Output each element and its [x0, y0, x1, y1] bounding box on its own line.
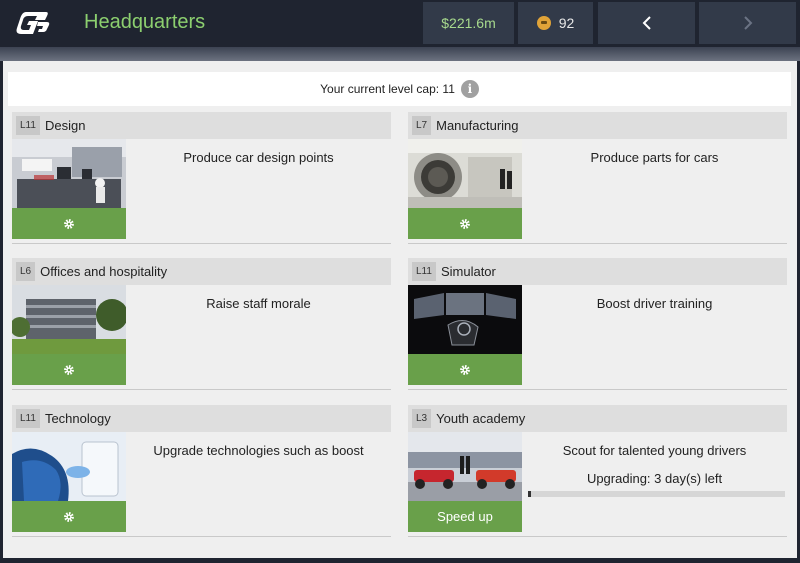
facility-level-badge: L7	[412, 116, 432, 135]
youth-academy-facility-image	[408, 432, 522, 501]
facility-settings-button[interactable]	[408, 354, 522, 385]
facility-header: L3 Youth academy	[408, 405, 787, 432]
facility-name: Offices and hospitality	[40, 264, 168, 279]
facility-name: Youth academy	[436, 411, 526, 426]
divider	[12, 536, 391, 537]
divider	[12, 243, 391, 244]
back-button[interactable]	[598, 2, 695, 44]
facility-name: Simulator	[440, 264, 496, 279]
page-title: Headquarters	[84, 11, 206, 33]
money-balance-button[interactable]: $221.6m	[423, 2, 514, 44]
facility-header: L7 Manufacturing	[408, 112, 787, 139]
facility-card-youth-academy: L3 Youth academy Speed up Scout for tale…	[408, 405, 787, 537]
facility-settings-button[interactable]	[12, 501, 126, 532]
gear-icon	[460, 364, 470, 375]
facility-description: Raise staff morale	[206, 296, 311, 311]
facility-settings-button[interactable]	[408, 208, 522, 239]
upgrade-progress-fill	[528, 491, 531, 497]
facility-header: L11 Technology	[12, 405, 391, 432]
divider	[408, 536, 787, 537]
forward-button[interactable]	[699, 2, 796, 44]
facility-description: Produce parts for cars	[590, 150, 719, 165]
token-count: 92	[558, 15, 575, 31]
facility-name: Technology	[44, 411, 111, 426]
simulator-facility-image	[408, 285, 522, 354]
divider	[408, 243, 787, 244]
gear-icon	[64, 511, 74, 522]
design-facility-image	[12, 139, 126, 208]
money-balance: $221.6m	[441, 15, 496, 31]
speed-up-label: Speed up	[437, 509, 493, 524]
gear-icon	[64, 364, 74, 375]
facility-card-design: L11 Design Produce car design points	[12, 112, 391, 244]
speed-up-button[interactable]: Speed up	[408, 501, 522, 532]
facility-level-badge: L11	[16, 409, 40, 428]
token-icon	[536, 16, 551, 30]
facility-description: Scout for talented young drivers	[562, 443, 747, 458]
divider	[12, 389, 391, 390]
technology-facility-image	[12, 432, 126, 501]
facility-description: Upgrade technologies such as boost	[153, 443, 364, 458]
top-bar: Headquarters $221.6m 92	[0, 0, 800, 47]
facility-card-offices: L6 Offices and hospitality Raise staff m…	[12, 258, 391, 390]
facility-level-badge: L6	[16, 262, 36, 281]
facility-settings-button[interactable]	[12, 208, 126, 239]
facility-settings-button[interactable]	[12, 354, 126, 385]
divider	[408, 389, 787, 390]
facility-header: L6 Offices and hospitality	[12, 258, 391, 285]
facility-description: Boost driver training	[596, 296, 713, 311]
facility-card-technology: L11 Technology Upgrade technologies such…	[12, 405, 391, 537]
header-gradient-strip	[0, 47, 800, 61]
level-cap-bar: Your current level cap: 11 i	[8, 72, 791, 106]
facility-name: Design	[44, 118, 86, 133]
gear-icon	[460, 218, 470, 229]
chevron-right-icon	[743, 16, 752, 30]
tokens-button[interactable]: 92	[518, 2, 593, 44]
gear-icon	[64, 218, 74, 229]
facility-level-badge: L3	[412, 409, 432, 428]
facility-header: L11 Design	[12, 112, 391, 139]
chevron-left-icon	[642, 16, 651, 30]
facility-name: Manufacturing	[436, 118, 519, 133]
facility-description: Produce car design points	[183, 150, 334, 165]
facility-level-badge: L11	[412, 262, 436, 281]
level-cap-text: Your current level cap: 11	[320, 82, 455, 96]
upgrade-progress-bar	[528, 491, 785, 497]
facility-card-manufacturing: L7 Manufacturing Produce parts for cars	[408, 112, 787, 244]
facility-header: L11 Simulator	[408, 258, 787, 285]
manufacturing-facility-image	[408, 139, 522, 208]
gp-logo-icon[interactable]	[16, 8, 50, 36]
upgrade-status: Upgrading: 3 day(s) left	[586, 471, 723, 486]
facility-level-badge: L11	[16, 116, 40, 135]
offices-facility-image	[12, 285, 126, 354]
facility-card-simulator: L11 Simulator Boost driver training	[408, 258, 787, 390]
info-icon[interactable]: i	[460, 80, 479, 98]
